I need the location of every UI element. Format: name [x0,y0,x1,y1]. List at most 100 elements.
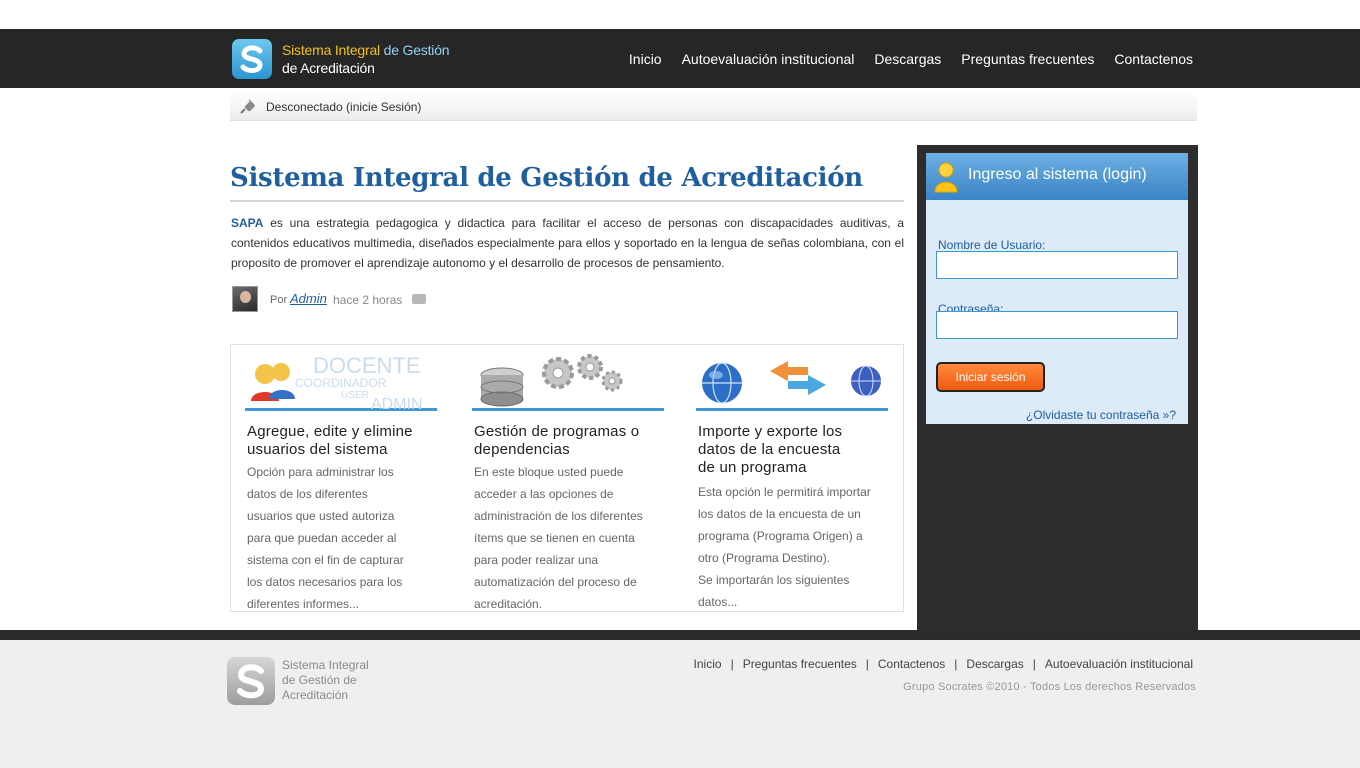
avatar [232,286,258,312]
logo-s-icon [232,39,272,79]
footer-logo-line3: Acreditación [282,688,349,702]
post-meta: Por Admin hace 2 horas [232,286,632,312]
footer-logo: Sistema Integral de Gestión de Acreditac… [227,657,387,707]
swap-arrows-icon [770,361,826,395]
art-label-admin: ADMIN [371,396,423,411]
feature-description: Esta opción le permitirá importar los da… [698,481,878,613]
desc-line: administración de los diferentes [474,509,643,523]
meta-by: Por [270,294,288,306]
desc-line: Esta opción le permitirá importar [698,485,871,499]
logo-text-line2: de Acreditación [282,60,375,76]
globe-icon [702,362,742,404]
footer-nav: Inicio | Preguntas frecuentes | Contacteno… [694,657,1193,671]
globes-arrows-illustration [696,353,888,411]
desc-line: automatización del proceso de [474,575,637,589]
comment-icon[interactable] [412,294,426,304]
desc-line: acceder a las opciones de [474,487,614,501]
feature-title: Gestión de programas o dependencias [474,423,662,459]
footer-nav-contactenos[interactable]: Contactenos [878,657,945,671]
login-button[interactable]: Iniciar sesión [936,362,1045,392]
desc-line: acreditación. [474,597,543,611]
desc-line: datos de los diferentes [247,487,368,501]
forgot-password-link[interactable]: ¿Olvidaste tu contraseña »? [1026,408,1176,422]
user-icon [934,161,958,193]
art-label-docente: DOCENTE [313,353,421,378]
desc-line: los datos de la encuesta de un [698,507,861,521]
art-label-user: USER [341,390,369,401]
desc-line: Opción para administrar los [247,465,394,479]
logo-text: Sistema Integral de Gestión de Acreditac… [282,41,450,77]
desc-line: para que puedan acceder al [247,531,397,545]
desc-line: En este bloque usted puede [474,465,624,479]
desc-line: usuarios que usted autoriza [247,509,395,523]
feature-title-line2: datos de la encuesta [698,441,841,458]
plug-icon [238,98,256,116]
intro-text: es una estrategia pedagogica y didactica… [231,216,904,270]
feature-programs[interactable]: Gestión de programas o dependencias En es… [472,345,664,613]
footer-logo-text: Sistema Integral de Gestión de Acreditac… [282,658,369,703]
feature-import-export[interactable]: Importe y exporte los datos de la encuest… [696,345,888,613]
nav-preguntas-frecuentes[interactable]: Preguntas frecuentes [961,51,1094,67]
user-head-icon [255,364,275,384]
sidebar: Ingreso al sistema (login) Nombre de Usu… [917,145,1198,630]
feature-title-line2: usuarios del sistema [247,441,388,458]
feature-title-line3: de un programa [698,459,807,476]
feature-description: En este bloque usted puede acceder a las… [474,461,654,615]
nav-descargas[interactable]: Descargas [874,51,941,67]
footer-logo-s-icon [227,657,275,705]
footer-nav-preguntas[interactable]: Preguntas frecuentes [743,657,857,671]
desc-line: sistema con el fin de capturar [247,553,404,567]
site-logo[interactable]: Sistema Integral de Gestión de Acreditac… [232,39,472,79]
art-label-coordinador: COORDINADOR [295,376,387,390]
globe-small-icon [851,365,881,397]
feature-title-line1: Agregue, edite y elimine [247,423,413,440]
login-title: Ingreso al sistema (login) [968,166,1147,183]
feature-title-line1: Gestión de programas o [474,423,640,440]
desc-line: para poder realizar una [474,553,599,567]
footer: Sistema Integral de Gestión de Acreditac… [0,630,1360,768]
main-nav: Inicio Autoevaluación institucional Desc… [629,29,1193,88]
footer-separator: | [730,657,734,671]
desc-line: ítems que se tienen en cuenta [474,531,635,545]
author-link[interactable]: Admin [290,291,327,306]
username-input[interactable] [936,251,1178,279]
features-panel: DOCENTE COORDINADOR USER ADMIN Agregue, … [230,344,904,612]
footer-nav-autoevaluacion[interactable]: Autoevaluación institucional [1045,657,1193,671]
feature-title: Importe y exporte los datos de la encuest… [698,423,886,477]
footer-logo-line2: de Gestión de [282,673,357,687]
footer-separator: | [954,657,958,671]
footer-separator: | [1032,657,1036,671]
login-header: Ingreso al sistema (login) [926,153,1188,200]
login-box: Ingreso al sistema (login) Nombre de Usu… [926,153,1188,424]
nav-inicio[interactable]: Inicio [629,51,662,67]
desc-line: datos... [698,595,738,609]
users-illustration: DOCENTE COORDINADOR USER ADMIN [245,353,437,413]
password-input[interactable] [936,311,1178,339]
brand-name: SAPA [231,216,264,230]
top-header: Sistema Integral de Gestión de Acreditac… [0,29,1360,88]
database-gears-illustration [472,353,664,411]
nav-contactenos[interactable]: Contactenos [1114,51,1193,67]
database-icon [480,367,524,407]
feature-users[interactable]: DOCENTE COORDINADOR USER ADMIN Agregue, … [245,345,437,613]
logo-text-part2: de Gestión [379,42,450,58]
page-title: Sistema Integral de Gestión de Acreditac… [230,163,904,202]
username-label: Nombre de Usuario: [938,238,1046,252]
desc-line: otro (Programa Destino). [698,551,831,565]
desc-line: Se importarán los siguientes [698,573,850,587]
footer-separator: | [865,657,869,671]
desc-line: los datos necesarios para los [247,575,403,589]
desc-line: programa (Programa Origen) a [698,529,863,543]
post-time: hace 2 horas [333,293,403,307]
footer-nav-inicio[interactable]: Inicio [694,657,722,671]
footer-logo-line1: Sistema Integral [282,658,369,672]
feature-title-line2: dependencias [474,441,570,458]
gears-icon [542,354,623,392]
session-status-link[interactable]: Desconectado (inicie Sesión) [266,100,421,114]
intro-paragraph: SAPA es una estrategia pedagogica y dida… [231,213,904,273]
nav-autoevaluacion[interactable]: Autoevaluación institucional [682,51,855,67]
feature-title-line1: Importe y exporte los [698,423,843,440]
feature-description: Opción para administrar los datos de los… [247,461,427,615]
footer-nav-descargas[interactable]: Descargas [966,657,1023,671]
desc-line: diferentes informes... [247,597,360,611]
